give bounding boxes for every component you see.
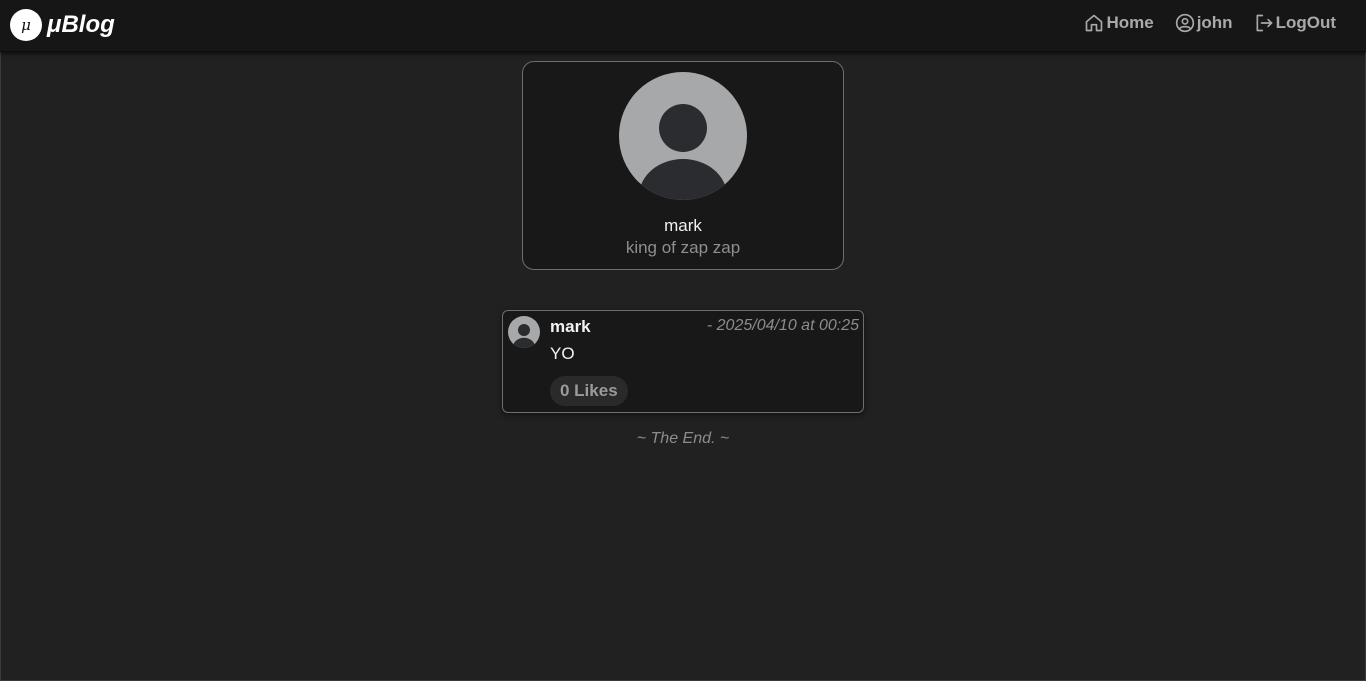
app-name: μBlog	[47, 11, 115, 38]
home-icon	[1086, 14, 1103, 32]
nav-profile-link[interactable]: john	[1175, 13, 1233, 33]
profile-name: mark	[664, 216, 702, 235]
post-body: YO	[550, 344, 575, 363]
user-circle-icon	[1175, 13, 1194, 33]
nav-home-link[interactable]: Home	[1084, 13, 1154, 33]
post-author[interactable]: mark	[550, 317, 591, 337]
post-card: mark - 2025/04/10 at 00:25 YO 0 Likes	[502, 310, 864, 413]
mu-logo-icon: μ	[10, 9, 42, 41]
nav-logout-label: LogOut	[1275, 13, 1336, 32]
brand-link[interactable]: μ μBlog	[10, 9, 115, 41]
navbar: μ μBlog Home john LogOut	[0, 0, 1366, 52]
nav-logout-link[interactable]: LogOut	[1254, 13, 1336, 33]
nav-home-label: Home	[1106, 13, 1154, 32]
nav-links: Home john LogOut	[1063, 13, 1336, 33]
end-of-feed: ~ The End. ~	[636, 430, 730, 447]
like-button[interactable]: 0 Likes	[550, 376, 628, 406]
default-avatar-icon	[619, 72, 747, 200]
logout-icon	[1256, 14, 1272, 32]
nav-profile-label: john	[1196, 13, 1233, 32]
profile-bio: king of zap zap	[625, 238, 741, 257]
profile-card: mark king of zap zap	[522, 61, 844, 270]
post-timestamp: - 2025/04/10 at 00:25	[706, 317, 859, 334]
post-avatar-icon	[508, 316, 540, 348]
